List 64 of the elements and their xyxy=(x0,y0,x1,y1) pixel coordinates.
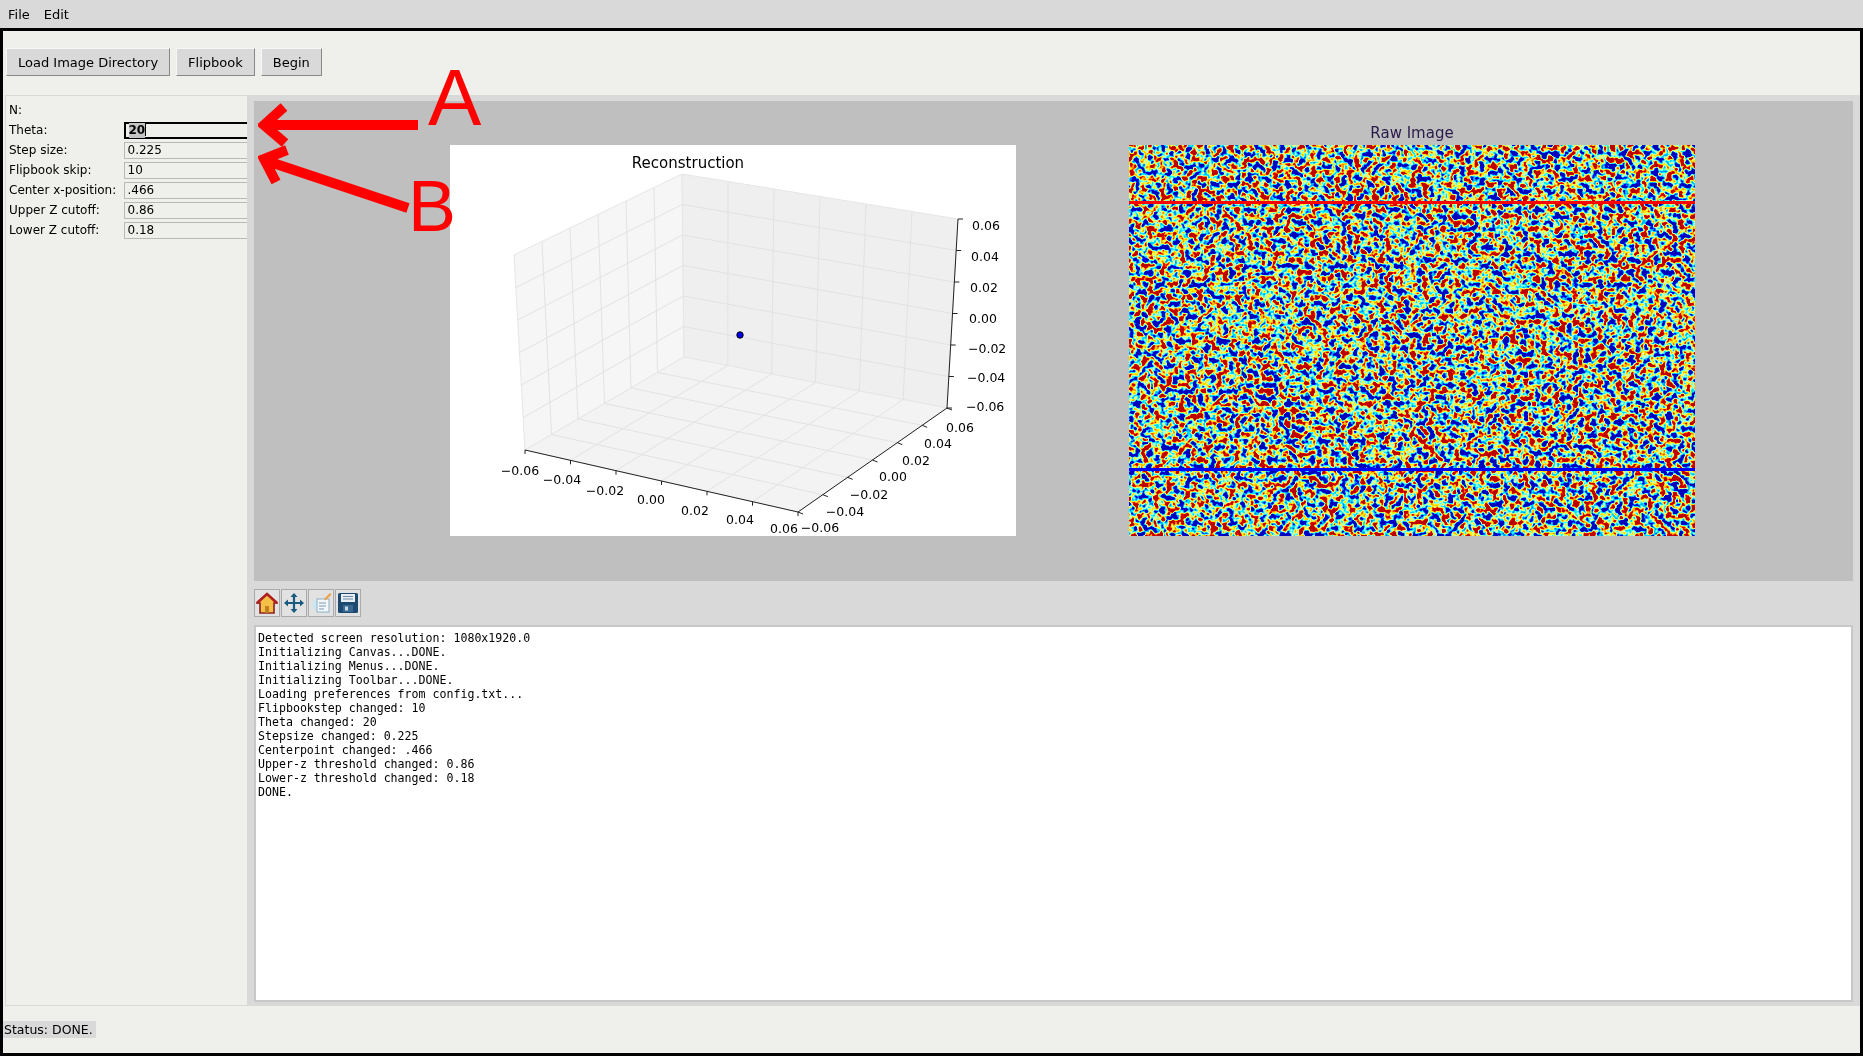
annotation-letter: A xyxy=(428,58,482,138)
tick-label: −0.04 xyxy=(825,504,865,519)
toolbar-button[interactable]: Flipbook xyxy=(176,48,255,76)
move-button[interactable] xyxy=(281,589,307,617)
tick-label: 0.04 xyxy=(726,512,754,527)
parameter-label: N: xyxy=(9,103,24,117)
tick-label: −0.06 xyxy=(966,399,1005,414)
log-line: DONE. xyxy=(258,785,294,799)
tick-label: 0.00 xyxy=(969,311,997,326)
tick-label: 0.02 xyxy=(970,280,998,295)
status-text: Status: DONE. xyxy=(3,1021,96,1038)
tick-label: −0.02 xyxy=(585,483,625,498)
log-line: Theta changed: 20 xyxy=(258,715,378,729)
tick-label: −0.06 xyxy=(800,520,840,535)
log-line: Lower-z threshold changed: 0.18 xyxy=(258,771,476,785)
save-icon xyxy=(337,592,359,614)
tick-label: −0.02 xyxy=(849,487,889,502)
plot-title: Reconstruction xyxy=(631,154,745,172)
home-icon xyxy=(256,592,278,614)
parameter-label: Lower Z cutoff: xyxy=(9,223,101,237)
tick-label: −0.06 xyxy=(500,463,540,478)
tick-label: 0.04 xyxy=(971,249,999,264)
log-line: Detected screen resolution: 1080x1920.0 xyxy=(258,631,532,645)
parameter-field[interactable]: 10 xyxy=(123,161,247,179)
parameter-field[interactable]: 0.86 xyxy=(123,201,247,219)
tick-label: 0.06 xyxy=(972,218,1000,233)
parameter-label: Center x-position: xyxy=(9,183,118,197)
log-line: Loading preferences from config.txt... xyxy=(258,687,525,701)
tick-label: 0.02 xyxy=(902,453,930,468)
parameter-label: Step size: xyxy=(9,143,69,157)
menu-item[interactable]: File xyxy=(8,4,30,24)
menu-item[interactable]: Edit xyxy=(43,4,69,24)
tick-label: 0.02 xyxy=(681,503,709,518)
parameter-label: Upper Z cutoff: xyxy=(9,203,101,217)
tick-label: 0.04 xyxy=(924,436,952,451)
parameter-field[interactable]: .466 xyxy=(123,181,247,199)
log-line: Initializing Menus...DONE. xyxy=(258,659,441,673)
save-button[interactable] xyxy=(335,589,361,617)
log-line: Upper-z threshold changed: 0.86 xyxy=(258,757,476,771)
log-line: Flipbookstep changed: 10 xyxy=(258,701,427,715)
home-button[interactable] xyxy=(254,589,280,617)
tick-label: 0.00 xyxy=(637,492,665,507)
tick-label: −0.02 xyxy=(968,341,1007,356)
parameter-field[interactable]: 20 xyxy=(123,121,247,139)
parameter-label: Flipbook skip: xyxy=(9,163,93,177)
log-line: Initializing Toolbar...DONE. xyxy=(258,673,455,687)
tick-label: 0.00 xyxy=(879,469,907,484)
log-line: Centerpoint changed: .466 xyxy=(258,743,434,757)
parameter-label: Theta: xyxy=(9,123,49,137)
parameter-field[interactable]: 0.18 xyxy=(123,221,247,239)
tick-label: −0.04 xyxy=(542,472,582,487)
data-point xyxy=(736,331,744,339)
tick-label: 0.06 xyxy=(770,521,798,536)
log-line: Stepsize changed: 0.225 xyxy=(258,729,420,743)
tick-label: 0.06 xyxy=(946,420,974,435)
toolbar-button[interactable]: Load Image Directory xyxy=(6,48,171,76)
toolbar-button[interactable]: Begin xyxy=(260,48,322,76)
parameter-field[interactable]: 0.225 xyxy=(123,141,247,159)
log-line: Initializing Canvas...DONE. xyxy=(258,645,448,659)
document-pencil-icon xyxy=(310,592,332,614)
annotation-letter: B xyxy=(408,170,457,242)
move-icon xyxy=(283,592,305,614)
tick-label: −0.04 xyxy=(967,370,1006,385)
image-title: Raw Image xyxy=(1370,124,1454,144)
